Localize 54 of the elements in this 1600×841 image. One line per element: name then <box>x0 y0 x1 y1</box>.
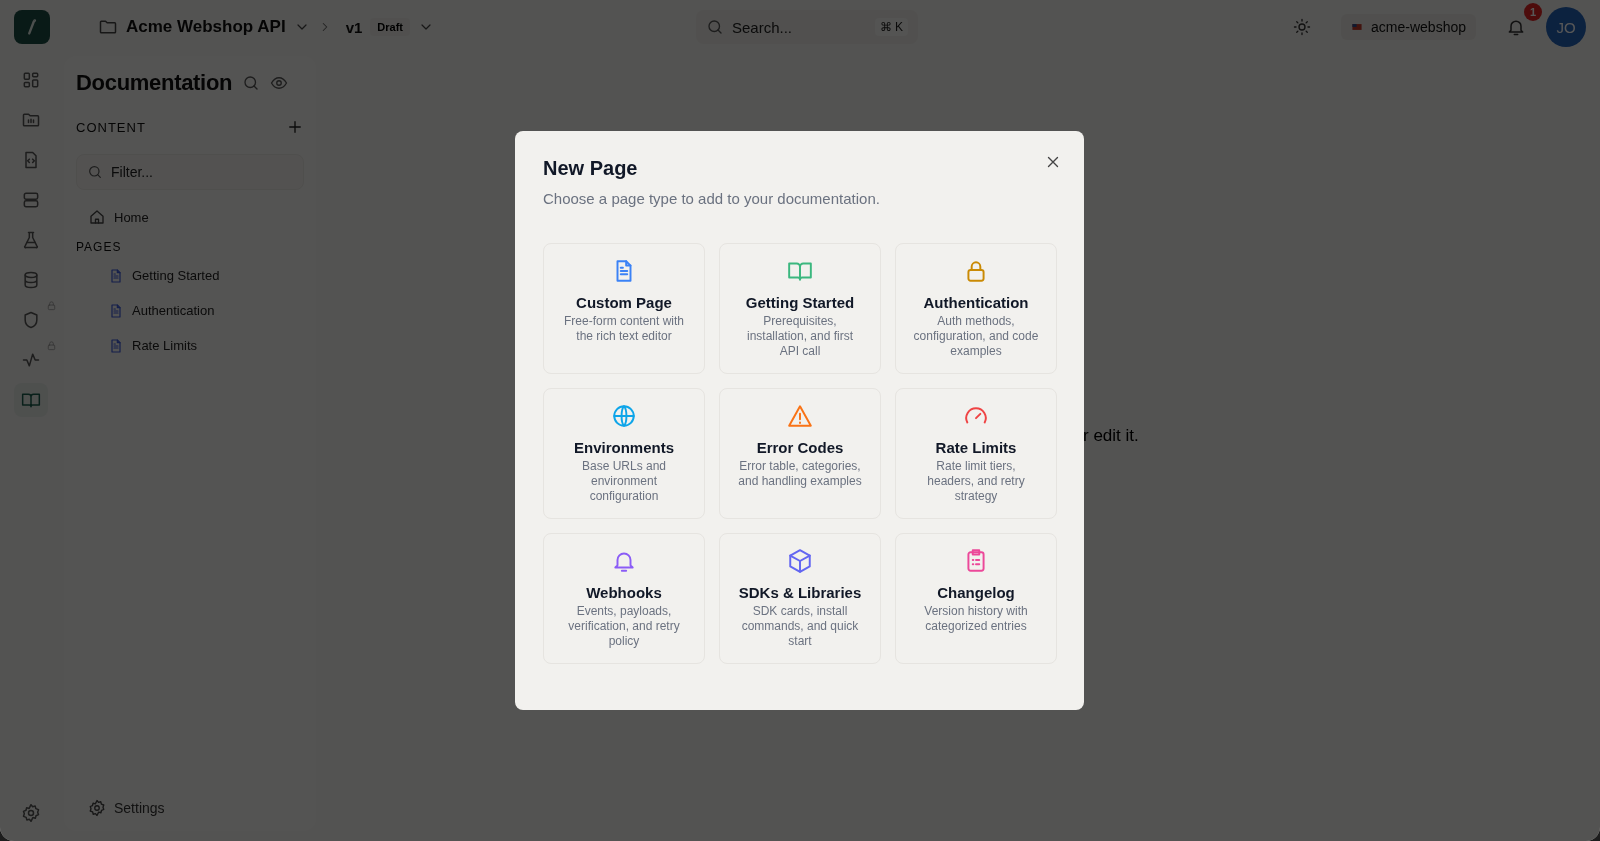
user-avatar[interactable]: JO <box>1546 7 1586 47</box>
shortcut-hint: ⌘ K <box>874 18 908 36</box>
filter-placeholder: Filter... <box>111 164 153 180</box>
add-icon[interactable] <box>286 118 304 136</box>
page-type-card[interactable]: Error Codes Error table, categories, and handling examples <box>719 388 881 519</box>
document-icon <box>108 302 124 319</box>
folder-icon <box>98 17 118 37</box>
eye-icon[interactable] <box>270 74 289 92</box>
page-link[interactable]: Getting Started <box>108 258 304 293</box>
version-label[interactable]: v1 <box>345 18 363 36</box>
book-icon <box>21 390 41 410</box>
activity-icon <box>21 350 41 370</box>
lock-icon <box>46 300 57 311</box>
workspace-selector[interactable]: acme-webshop <box>1341 14 1476 40</box>
hint-text: r edit it. <box>1083 426 1139 445</box>
dialog-subtitle: Choose a page type to add to your documentation. <box>543 190 881 207</box>
page-type-card[interactable]: Environments Base URLs and environment configuration <box>543 388 705 519</box>
page-type-card[interactable]: Changelog Version history with categorized entries <box>895 533 1057 664</box>
page-type-card[interactable]: Rate Limits Rate limit tiers, headers, and retry strategy <box>895 388 1057 519</box>
filter-field[interactable]: Filter... <box>76 154 304 190</box>
page-link[interactable]: Rate Limits <box>108 328 304 363</box>
server-icon <box>21 190 41 210</box>
page-type-card[interactable]: Webhooks Events, payloads, verification, and retry policy <box>543 533 705 664</box>
settings-link[interactable]: Settings <box>88 799 304 817</box>
search-placeholder: Search... <box>732 18 794 36</box>
page-type-card[interactable]: Custom Page Free-form content with the rich text editor <box>543 243 705 374</box>
search-icon <box>706 18 724 36</box>
notification-badge: 1 <box>1524 3 1542 21</box>
logo[interactable] <box>14 10 50 44</box>
shield-icon <box>21 310 41 330</box>
page-type-card[interactable]: Getting Started Prerequisites, installation, and first API call <box>719 243 881 374</box>
dialog-title: New Page <box>543 157 638 180</box>
nav-book-button[interactable] <box>14 383 48 417</box>
section-label: PAGES <box>76 240 123 254</box>
project-name[interactable]: Acme Webshop API <box>126 17 286 37</box>
page-type-card[interactable]: Authentication Auth methods, configuration, and code examples <box>895 243 1057 374</box>
page-link[interactable]: Authentication <box>108 293 304 328</box>
search-icon <box>87 164 103 180</box>
grid-icon <box>21 70 41 90</box>
settings-icon[interactable] <box>21 803 41 823</box>
home-link[interactable]: Home <box>88 208 304 226</box>
flag-icon <box>1351 22 1364 32</box>
home-icon <box>88 208 106 226</box>
lock-icon <box>46 340 57 351</box>
page-type-card[interactable]: SDKs & Libraries SDK cards, install commands, and quick start <box>719 533 881 664</box>
settings-icon <box>88 799 106 817</box>
section-label: CONTENT <box>76 119 146 135</box>
database-icon <box>21 270 41 290</box>
flask-icon <box>21 230 41 250</box>
document-icon <box>108 267 124 284</box>
sun-icon[interactable] <box>1293 18 1312 36</box>
sidebar-title: Documentation <box>76 70 233 96</box>
folder-icon <box>21 110 41 130</box>
document-icon <box>108 337 124 354</box>
